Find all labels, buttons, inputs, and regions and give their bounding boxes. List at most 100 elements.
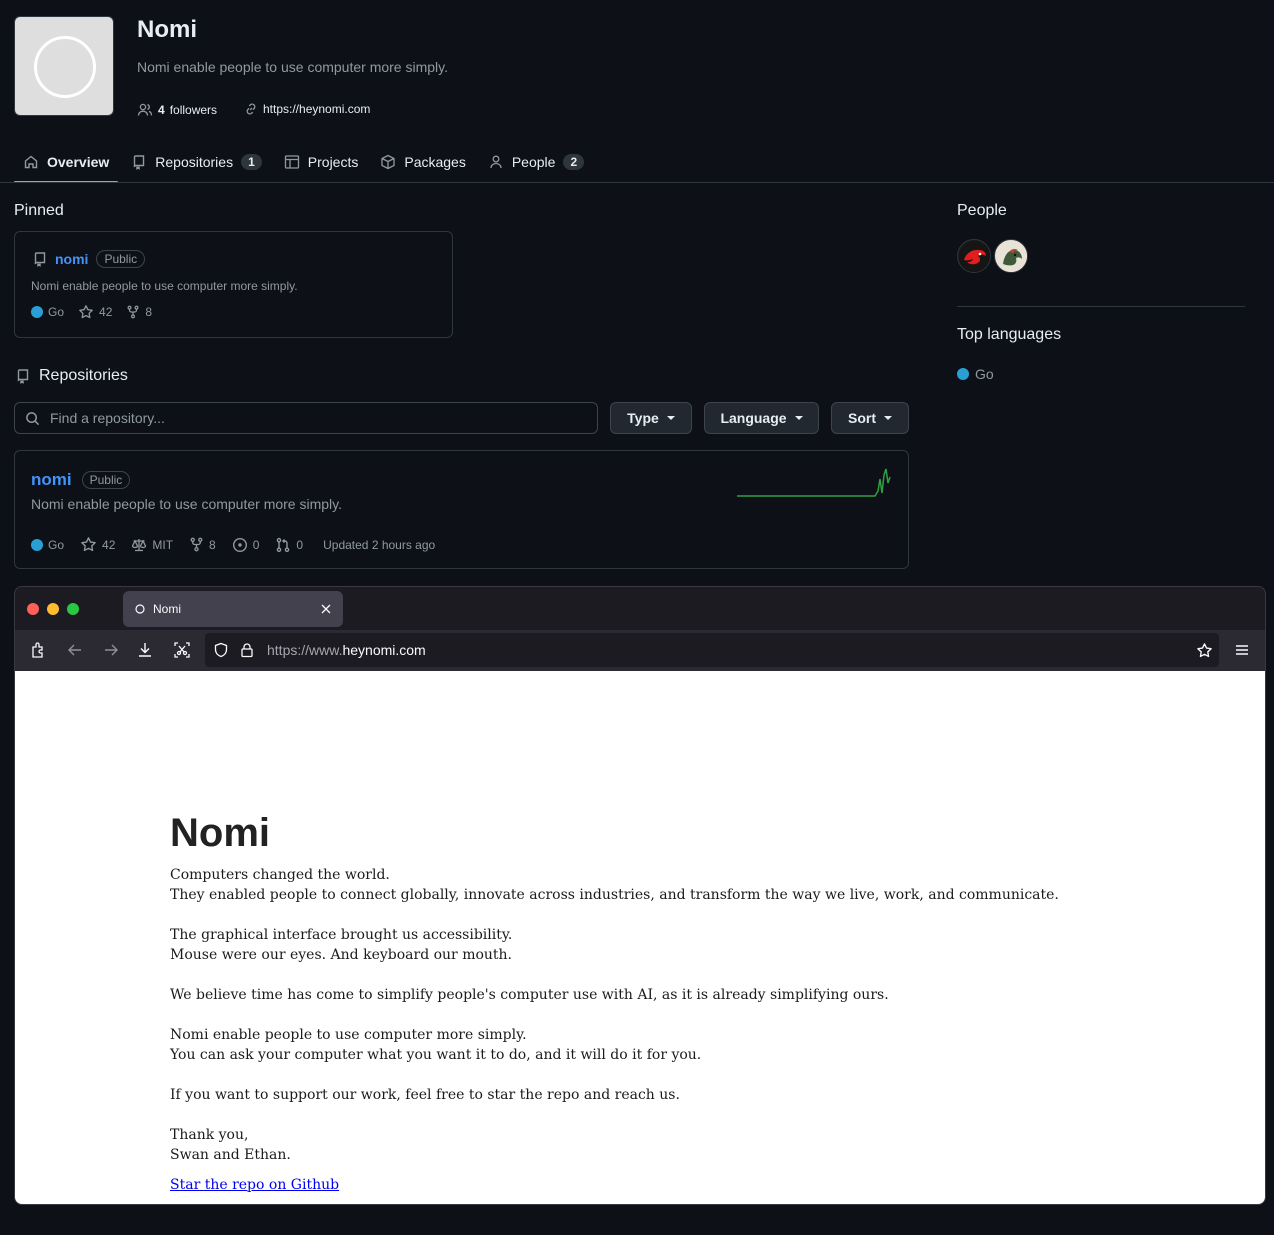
fork-icon [189,537,204,552]
visibility-badge: Public [81,471,131,489]
page-paragraph: Computers changed the world. [170,867,390,883]
followers-count: 4 [158,103,165,117]
page-paragraph: Thank you, [170,1127,249,1143]
sidebar-divider [957,306,1245,307]
page-paragraph: If you want to support our work, feel fr… [170,1087,680,1103]
close-tab-icon[interactable] [321,604,331,614]
org-description: Nomi enable people to use computer more … [137,59,449,75]
language-color-dot [957,368,969,380]
maximize-window-button[interactable] [67,603,79,615]
sort-button[interactable]: Sort [831,402,909,434]
type-filter-button[interactable]: Type [610,402,692,434]
close-window-button[interactable] [27,603,39,615]
pull-requests-count: 0 [296,537,304,552]
repo-description: Nomi enable people to use computer more … [31,496,343,512]
menu-hamburger-icon[interactable] [1235,641,1249,659]
browser-toolbar: https://www.heynomi.com [15,630,1265,671]
pinned-repo-description: Nomi enable people to use computer more … [31,279,298,293]
visibility-badge: Public [96,250,146,268]
tab-label: Packages [404,154,466,170]
download-icon[interactable] [137,641,153,659]
org-nav: Overview Repositories 1 Projects Package… [14,142,597,183]
back-arrow-icon[interactable] [67,641,83,659]
forks-link[interactable]: 8 [126,304,152,320]
forward-arrow-icon[interactable] [103,641,119,659]
people-heading: People [957,202,1007,219]
page-title: Nomi [170,811,270,855]
page-paragraph: They enabled people to connect globally,… [170,887,1059,903]
pull-requests-link[interactable]: 0 [275,536,303,553]
org-avatar [14,16,114,116]
link-icon [244,102,258,116]
tab-repositories[interactable]: Repositories 1 [122,142,271,182]
web-page-content: Nomi Computers changed the world. They e… [15,671,1265,1204]
repo-link[interactable]: nomi [31,470,72,490]
repo-icon [32,251,48,267]
tab-people[interactable]: People 2 [479,142,593,182]
tab-label: People [511,154,556,170]
activity-sparkline [737,465,897,499]
website-link[interactable]: https://heynomi.com [244,102,370,116]
stars-link[interactable]: 42 [80,536,115,553]
page-paragraph: You can ask your computer what you want … [170,1047,702,1063]
org-name: Nomi [137,16,197,43]
language-item[interactable]: Go [957,366,994,382]
forks-link[interactable]: 8 [189,536,216,553]
pinned-repo-card: nomi Public Nomi enable people to use co… [14,231,453,338]
page-paragraph: We believe time has come to simplify peo… [170,987,889,1003]
tab-projects[interactable]: Projects [275,142,368,182]
browser-tab[interactable]: Nomi [123,591,343,627]
button-label: Type [627,410,659,426]
issue-icon [232,537,248,553]
issues-count: 0 [252,537,260,552]
license-name: MIT [152,537,174,552]
tab-label: Overview [47,154,110,170]
website-url: https://heynomi.com [263,102,371,116]
stars-count: 42 [99,305,113,319]
nav-divider [0,182,1274,183]
language-color-dot [31,538,43,551]
stars-link[interactable]: 42 [78,304,112,320]
tab-overview[interactable]: Overview [14,142,119,183]
top-languages-heading: Top languages [957,326,1062,343]
repositories-heading: Repositories [39,367,128,384]
star-icon [80,536,97,553]
tab-packages[interactable]: Packages [371,142,474,182]
repo-search-input[interactable] [48,409,572,427]
package-icon [380,154,396,170]
table-icon [284,154,300,170]
language-name: Go [975,366,994,382]
issues-link[interactable]: 0 [232,536,260,553]
lock-icon[interactable] [239,642,255,658]
button-label: Sort [848,410,876,426]
repo-icon [15,368,31,384]
bookmark-star-icon[interactable] [1196,642,1213,659]
license-link[interactable]: MIT [131,536,173,553]
repo-list-item: nomi Public Nomi enable people to use co… [14,450,909,569]
search-icon [25,411,40,426]
screenshot-icon[interactable] [173,641,191,659]
forks-count: 8 [209,537,216,552]
followers-link[interactable]: 4 followers [137,102,217,118]
url-text: https://www.heynomi.com [267,642,426,658]
repositories-count: 1 [241,154,262,170]
shield-icon[interactable] [213,642,229,658]
extensions-icon[interactable] [31,641,47,659]
minimize-window-button[interactable] [47,603,59,615]
member-avatar[interactable] [994,239,1028,273]
language-filter-button[interactable]: Language [704,402,819,434]
pinned-repo-link[interactable]: nomi [55,251,88,267]
url-bar[interactable]: https://www.heynomi.com [205,633,1219,667]
language-name: Go [48,537,65,552]
stars-count: 42 [102,537,116,552]
page-paragraph: Swan and Ethan. [170,1147,291,1163]
tab-label: Repositories [155,154,234,170]
tab-label: Projects [307,154,359,170]
member-avatar[interactable] [957,239,991,273]
law-icon [131,537,147,553]
globe-icon [135,604,145,614]
tab-title: Nomi [153,602,182,616]
page-paragraph: The graphical interface brought us acces… [170,927,513,943]
star-icon [78,304,94,320]
star-repo-link[interactable]: Star the repo on Github [170,1177,339,1193]
